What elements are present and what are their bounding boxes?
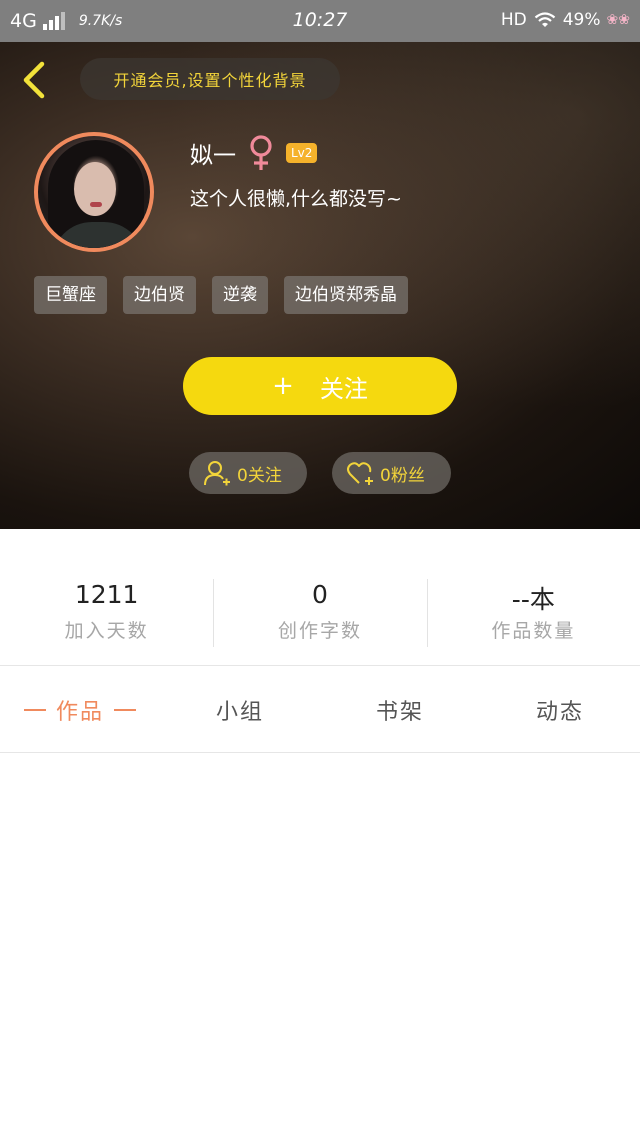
active-dash-right [114,708,136,711]
bunny-icon: ❀❀ [606,12,630,28]
heart-add-icon [347,462,373,485]
tab-label: 小组 [215,699,264,725]
tab-activity[interactable]: 动态 [480,667,640,752]
tag-list: 巨蟹座 边伯贤 逆袭 边伯贤郑秀晶 [34,276,408,314]
tab-bookshelf[interactable]: 书架 [320,667,480,752]
tab-label: 作品 [55,699,104,725]
status-right: HD 49% ❀❀ [501,10,630,30]
user-info-row: 姒一 Lv2 [190,134,318,172]
stats-bar: 1211 加入天数 0 创作字数 --本 作品数量 [0,529,640,666]
status-bar: 4G 9.7K/s 10:27 HD 49% ❀❀ [0,0,640,42]
tab-label: 动态 [535,699,584,725]
works-content-area [0,754,640,1138]
stat-label: 加入天数 [64,619,149,642]
bio-text: 这个人很懒,什么都没写~ [190,188,402,210]
stat-join-days: 1211 加入天数 [0,529,213,665]
back-icon[interactable] [14,58,54,102]
stat-works-count: --本 作品数量 [426,529,640,665]
tag-item[interactable]: 逆袭 [212,276,268,314]
stat-label: 作品数量 [491,619,576,642]
battery-level: 49% [562,10,601,30]
profile-tabs: 作品 小组 书架 动态 [0,667,640,753]
vip-background-banner[interactable]: 开通会员,设置个性化背景 [80,58,340,100]
user-add-icon [204,461,230,486]
stat-value: --本 [511,584,555,614]
fans-count-label: 0粉丝 [380,465,425,486]
stat-label: 创作字数 [277,619,362,642]
avatar[interactable] [34,132,154,252]
level-badge: Lv2 [286,143,318,163]
username: 姒一 [190,143,236,169]
following-count-button[interactable]: 0关注 [189,452,307,494]
follow-button-label: 关注 [319,374,368,403]
profile-header: 开通会员,设置个性化背景 姒一 Lv2 这个人很懒,什么都没写~ 巨蟹座 边伯贤… [0,42,640,529]
plus-icon: + [272,371,294,401]
tag-item[interactable]: 巨蟹座 [34,276,107,314]
tab-works[interactable]: 作品 [0,667,160,752]
female-icon [250,135,272,170]
tag-item[interactable]: 边伯贤郑秀晶 [284,276,408,314]
tab-groups[interactable]: 小组 [160,667,320,752]
tab-label: 书架 [375,699,424,725]
tag-item[interactable]: 边伯贤 [123,276,196,314]
stat-value: 0 [312,579,328,609]
fans-count-button[interactable]: 0粉丝 [332,452,451,494]
stat-word-count: 0 创作字数 [213,529,426,665]
following-count-label: 0关注 [237,465,282,486]
hd-indicator: HD [500,10,527,30]
follow-button[interactable]: + 关注 [183,357,457,415]
active-dash-left [23,708,46,711]
stat-value: 1211 [74,579,139,609]
wifi-icon [534,12,555,27]
